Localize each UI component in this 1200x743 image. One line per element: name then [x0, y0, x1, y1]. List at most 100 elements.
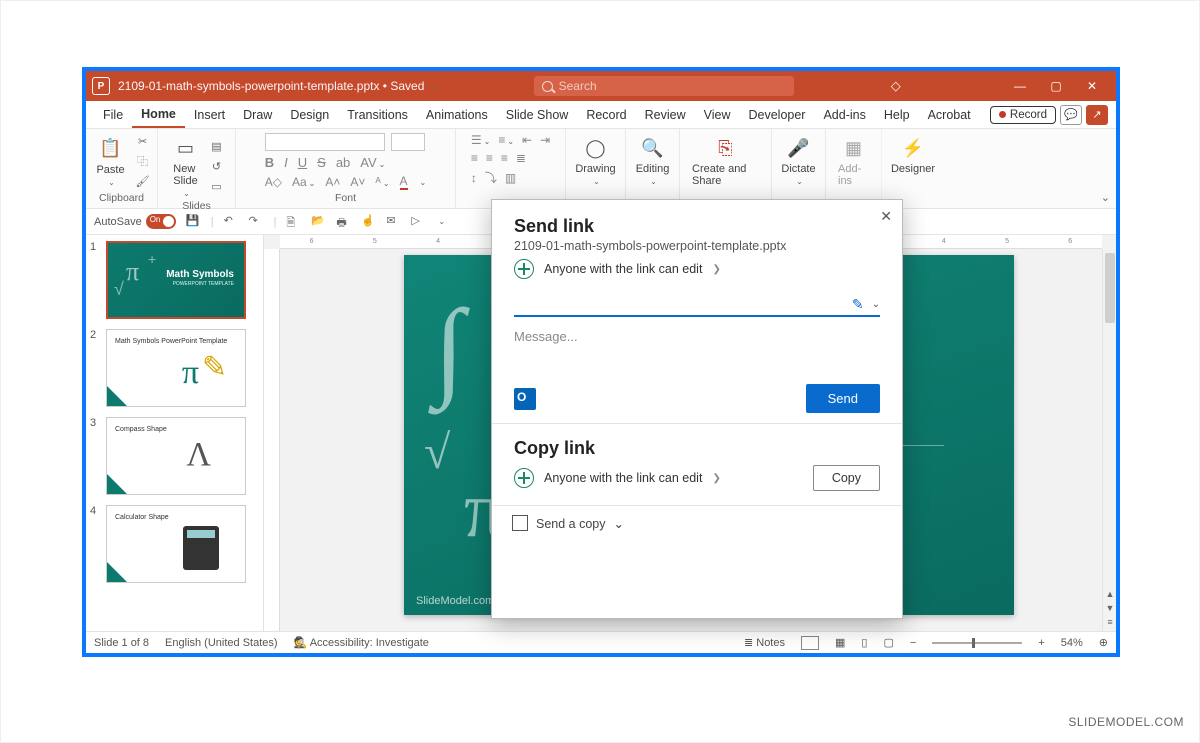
slide-thumb-3[interactable]: 3 Compass Shape Λ — [90, 417, 259, 495]
share-button[interactable]: ↗ — [1086, 105, 1108, 125]
designer-button[interactable]: ⚡Designer — [887, 133, 939, 177]
search-field[interactable]: Search — [534, 76, 794, 96]
section-icon[interactable]: ▭ — [209, 179, 225, 195]
copy-link-settings-row[interactable]: Anyone with the link can edit ❯ — [514, 468, 721, 488]
font-family-select[interactable] — [265, 133, 385, 151]
autosave-toggle[interactable]: AutoSaveOn — [94, 214, 176, 229]
language-indicator[interactable]: English (United States) — [165, 637, 278, 649]
character-spacing-button[interactable]: AV⌄ — [360, 155, 385, 170]
clear-formatting-button[interactable]: A◇ — [265, 175, 282, 189]
chevron-down-icon[interactable]: ⌄ — [872, 299, 880, 310]
copy-icon[interactable]: ⿻ — [135, 153, 151, 169]
send-button[interactable]: Send — [806, 384, 880, 413]
align-left-button[interactable]: ≡ — [471, 151, 478, 165]
collapse-ribbon-icon[interactable]: ⌄ — [1101, 191, 1110, 204]
record-button[interactable]: Record — [990, 106, 1056, 124]
touch-mode-icon[interactable]: ☝ — [361, 214, 376, 229]
addins-button[interactable]: ▦Add-ins — [834, 133, 873, 189]
copy-button[interactable]: Copy — [813, 465, 880, 491]
zoom-in-button[interactable]: + — [1038, 637, 1044, 649]
tab-draw[interactable]: Draw — [234, 101, 281, 128]
recipients-input[interactable]: ✎ ⌄ — [514, 293, 880, 317]
slide-sorter-icon[interactable]: ▦ — [835, 636, 845, 649]
close-button[interactable]: ✕ — [1074, 71, 1110, 101]
numbering-button[interactable]: ≡⌄ — [498, 133, 514, 147]
reading-view-icon[interactable]: ▯ — [861, 636, 867, 649]
email-icon[interactable]: ✉ — [386, 214, 401, 229]
tab-animations[interactable]: Animations — [417, 101, 497, 128]
comments-icon[interactable]: 💬 — [1060, 105, 1082, 125]
text-direction-button[interactable]: ⤵ — [485, 169, 497, 186]
zoom-level[interactable]: 54% — [1061, 637, 1083, 649]
change-case-button[interactable]: Aa⌄ — [292, 175, 315, 189]
create-share-button[interactable]: ⎘Create and Share — [688, 133, 763, 189]
dictate-button[interactable]: 🎤Dictate⌄ — [777, 133, 819, 188]
shadow-button[interactable]: ab — [336, 155, 350, 170]
message-input[interactable]: Message... — [514, 329, 880, 344]
save-icon[interactable]: 💾 — [186, 214, 201, 229]
undo-icon[interactable]: ↶ — [224, 214, 239, 229]
slideshow-view-icon[interactable]: ▢ — [883, 636, 893, 649]
fit-to-window-icon[interactable]: ⊕ — [1099, 636, 1108, 649]
slide-thumb-2[interactable]: 2 Math Symbols PowerPoint Template π ✎ — [90, 329, 259, 407]
justify-button[interactable]: ≣ — [516, 151, 526, 165]
strikethrough-button[interactable]: S — [317, 155, 326, 170]
link-settings-row[interactable]: Anyone with the link can edit ❯ — [514, 259, 880, 279]
redo-icon[interactable]: ↷ — [249, 214, 264, 229]
outlook-icon[interactable] — [514, 388, 536, 410]
align-center-button[interactable]: ≡ — [486, 151, 493, 165]
highlight-button[interactable]: ᴬ⌄ — [375, 175, 389, 189]
zoom-slider[interactable] — [932, 642, 1022, 644]
zoom-out-button[interactable]: − — [910, 637, 916, 649]
columns-button[interactable]: ▥ — [505, 171, 516, 185]
underline-button[interactable]: U — [298, 155, 307, 170]
editing-button[interactable]: 🔍Editing⌄ — [632, 133, 674, 188]
vertical-scrollbar[interactable]: ▲ ▼ ≡ — [1102, 249, 1116, 631]
notes-button[interactable]: ≣ Notes — [744, 636, 785, 649]
send-a-copy-row[interactable]: Send a copy ⌄ — [492, 505, 902, 541]
open-file-icon[interactable]: 📂 — [311, 214, 326, 229]
italic-button[interactable]: I — [284, 155, 288, 170]
indent-right-button[interactable]: ⇥ — [540, 133, 550, 147]
tab-record[interactable]: Record — [577, 101, 635, 128]
tab-add-ins[interactable]: Add-ins — [814, 101, 874, 128]
tab-design[interactable]: Design — [281, 101, 338, 128]
slide-thumb-1[interactable]: 1 Math Symbols POWERPOINT TEMPLATE π + √ — [90, 241, 259, 319]
font-grow-button[interactable]: A˄ — [325, 175, 340, 189]
dialog-close-button[interactable]: ✕ — [880, 208, 892, 225]
tab-view[interactable]: View — [695, 101, 740, 128]
accessibility-status[interactable]: 🕵 Accessibility: Investigate — [294, 636, 429, 649]
minimize-button[interactable]: — — [1002, 71, 1038, 101]
font-shrink-button[interactable]: A˅ — [350, 175, 365, 189]
reset-icon[interactable]: ↺ — [209, 159, 225, 175]
new-slide-button[interactable]: ▭ New Slide⌄ — [169, 133, 203, 200]
quick-print-icon[interactable]: 🖶 — [336, 214, 351, 229]
layout-icon[interactable]: ▤ — [209, 139, 225, 155]
tab-slide-show[interactable]: Slide Show — [497, 101, 578, 128]
tab-file[interactable]: File — [94, 101, 132, 128]
tab-help[interactable]: Help — [875, 101, 919, 128]
slide-thumb-4[interactable]: 4 Calculator Shape — [90, 505, 259, 583]
paste-button[interactable]: 📋 Paste⌄ — [92, 134, 128, 189]
tab-developer[interactable]: Developer — [739, 101, 814, 128]
tab-transitions[interactable]: Transitions — [338, 101, 417, 128]
normal-view-icon[interactable] — [801, 636, 819, 650]
tab-acrobat[interactable]: Acrobat — [919, 101, 980, 128]
start-show-icon[interactable]: ▷ — [411, 214, 426, 229]
font-color-button[interactable]: A — [400, 174, 408, 190]
new-file-icon[interactable]: 🗎 — [286, 214, 301, 229]
bullets-button[interactable]: ☰⌄ — [471, 133, 490, 147]
align-right-button[interactable]: ≡ — [501, 151, 508, 165]
bold-button[interactable]: B — [265, 155, 274, 170]
font-size-select[interactable] — [391, 133, 425, 151]
line-spacing-button[interactable]: ↕ — [471, 171, 477, 185]
drawing-button[interactable]: ◯Drawing⌄ — [571, 133, 619, 188]
format-painter-icon[interactable]: 🖌 — [135, 173, 151, 189]
tab-insert[interactable]: Insert — [185, 101, 234, 128]
maximize-button[interactable]: ▢ — [1038, 71, 1074, 101]
tab-home[interactable]: Home — [132, 101, 185, 128]
indent-left-button[interactable]: ⇤ — [522, 133, 532, 147]
tab-review[interactable]: Review — [636, 101, 695, 128]
cut-icon[interactable]: ✂ — [135, 133, 151, 149]
premium-icon[interactable]: ◇ — [891, 78, 901, 94]
